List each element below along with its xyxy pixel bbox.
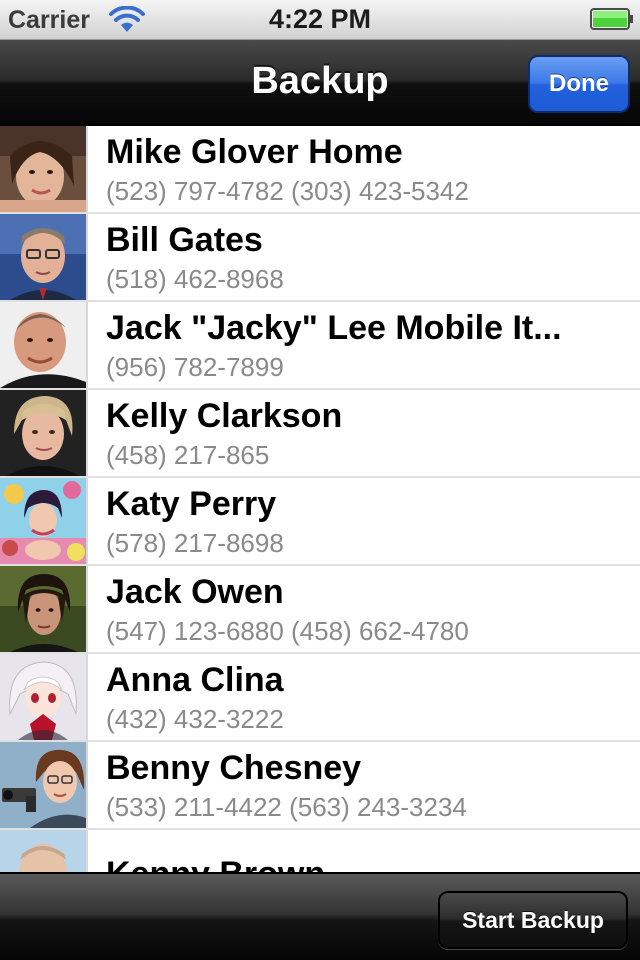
list-item[interactable]: Jack Owen (547) 123-6880 (458) 662-4780 [0,566,640,654]
contact-phone: (578) 217-8698 [106,528,284,558]
navigation-bar: Backup Done [0,40,640,126]
list-item[interactable]: Kelly Clarkson (458) 217-865 [0,390,640,478]
contact-phone: (518) 462-8968 [106,264,284,294]
avatar-divider [86,126,88,212]
avatar [0,654,86,740]
avatar [0,478,86,564]
status-bar: Carrier 4:22 PM [0,0,640,40]
contact-phone: (547) 123-6880 (458) 662-4780 [106,616,469,646]
contact-name: Anna Clina [106,661,284,699]
contact-name: Benny Chesney [106,749,362,787]
avatar [0,566,86,652]
contact-list[interactable]: Mike Glover Home (523) 797-4782 (303) 42… [0,126,640,872]
contact-phone: (432) 432-3222 [106,704,284,734]
contact-name: Katy Perry [106,485,277,523]
contact-name: Kelly Clarkson [106,397,343,435]
avatar [0,302,86,388]
list-item[interactable]: Bill Gates (518) 462-8968 [0,214,640,302]
contact-phone: (523) 797-4782 (303) 423-5342 [106,176,469,206]
avatar-divider [86,390,88,476]
list-item[interactable]: Katy Perry (578) 217-8698 [0,478,640,566]
avatar-divider [86,566,88,652]
contact-phone: (956) 782-7899 [106,352,284,382]
avatar-divider [86,214,88,300]
status-time: 4:22 PM [268,4,372,34]
avatar-divider [86,302,88,388]
avatar-divider [86,654,88,740]
avatar-divider [86,830,88,872]
contact-name: Bill Gates [106,221,263,259]
contact-name: Mike Glover Home [106,133,403,171]
start-backup-button[interactable]: Start Backup [438,891,628,949]
done-button[interactable]: Done [528,55,630,113]
list-item[interactable]: Jack "Jacky" Lee Mobile It... (956) 782-… [0,302,640,390]
contact-name: Jack "Jacky" Lee Mobile It... [106,309,562,347]
list-item[interactable]: Kenny Brown [0,830,640,872]
avatar [0,390,86,476]
battery-icon [590,8,633,30]
avatar [0,830,86,872]
list-item[interactable]: Mike Glover Home (523) 797-4782 (303) 42… [0,126,640,214]
list-item[interactable]: Anna Clina (432) 432-3222 [0,654,640,742]
avatar [0,214,86,300]
avatar-divider [86,742,88,828]
contact-phone: (533) 211-4422 (563) 243-3234 [106,792,467,822]
contact-name: Jack Owen [106,573,284,611]
contact-phone: (458) 217-865 [106,440,270,470]
avatar-divider [86,478,88,564]
contact-name: Kenny Brown [106,854,620,872]
avatar [0,742,86,828]
bottom-toolbar: Start Backup [0,872,640,960]
screen: Carrier 4:22 PM Backup Done Mike Glover … [0,0,640,960]
avatar [0,126,86,212]
list-item[interactable]: Benny Chesney (533) 211-4422 (563) 243-3… [0,742,640,830]
